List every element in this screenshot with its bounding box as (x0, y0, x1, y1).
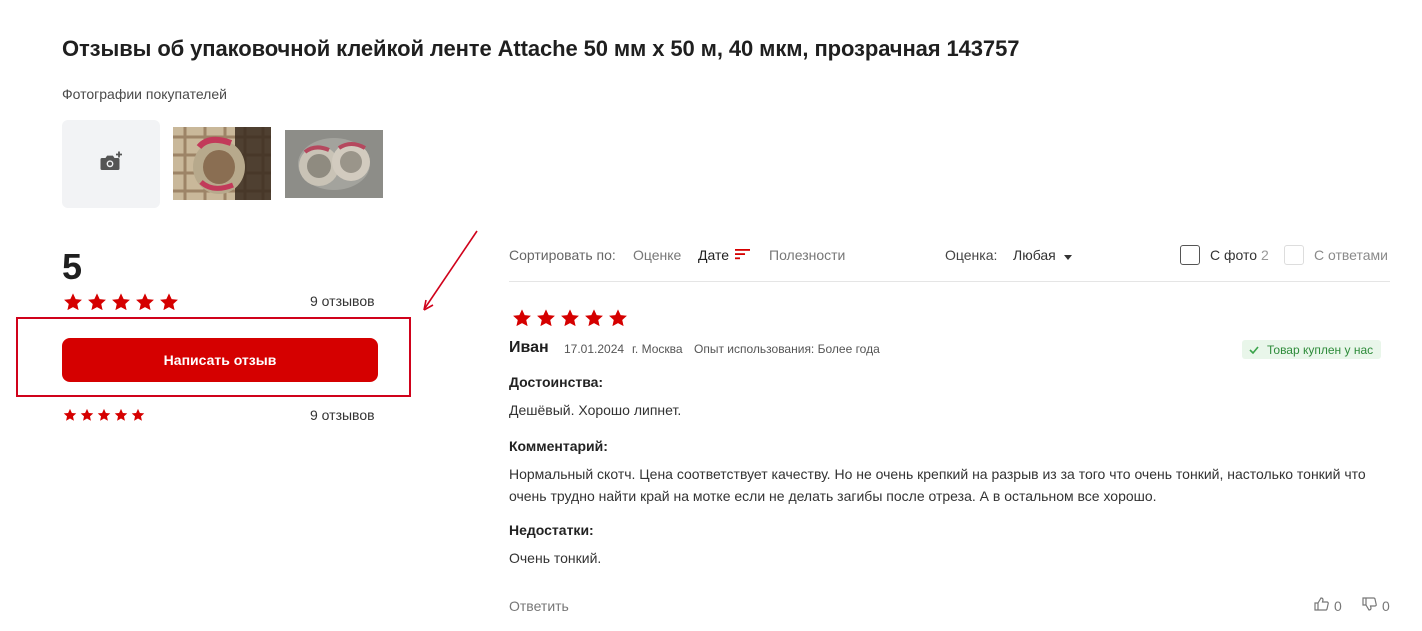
star-icon (135, 292, 155, 312)
review-author: Иван (509, 339, 549, 356)
review-experience: Опыт использования: Более года (694, 342, 880, 356)
customer-photo-thumbnail[interactable] (173, 127, 271, 200)
write-review-button[interactable]: Написать отзыв (62, 338, 378, 382)
purchased-badge-label: Товар куплен у нас (1267, 342, 1374, 357)
filter-with-photo[interactable]: С фото 2 (1180, 245, 1269, 265)
star-icon (87, 292, 107, 312)
check-icon (1249, 343, 1259, 357)
sort-by-rating[interactable]: Оценке (633, 247, 681, 263)
breakdown-count[interactable]: 9 отзывов (310, 407, 375, 423)
customer-photos-label: Фотографии покупателей (62, 86, 227, 102)
average-rating: 5 (62, 246, 83, 287)
purchased-badge: Товар куплен у нас (1242, 340, 1382, 359)
sort-by-usefulness[interactable]: Полезности (769, 247, 845, 263)
star-icon (584, 308, 604, 328)
review-date: 17.01.2024 (564, 342, 625, 356)
comment-text: Нормальный скотч. Цена соответствует кач… (509, 466, 1366, 504)
like-count: 0 (1334, 597, 1342, 614)
dislike-count: 0 (1382, 597, 1390, 614)
tape-photo-image (285, 130, 383, 198)
star-icon (512, 308, 532, 328)
star-icon (111, 292, 131, 312)
star-icon (159, 292, 179, 312)
with-photo-checkbox[interactable] (1180, 245, 1200, 265)
star-icon (608, 308, 628, 328)
sort-by-date-label: Дате (698, 247, 730, 263)
review-stars (512, 308, 628, 328)
pros-text: Дешёвый. Хорошо липнет. (509, 402, 682, 418)
comment-heading: Комментарий: (509, 438, 608, 454)
customer-photo-thumbnail[interactable] (285, 130, 383, 198)
star-icon (536, 308, 556, 328)
cons-text: Очень тонкий. (509, 550, 602, 566)
reviews-count: 9 отзывов (310, 293, 375, 309)
like-button[interactable]: 0 (1314, 597, 1342, 614)
sort-by-date[interactable]: Дате (698, 247, 751, 263)
star-icon (131, 408, 145, 422)
thumb-down-icon (1362, 597, 1377, 614)
with-answers-label: С ответами (1314, 247, 1388, 263)
camera-plus-icon (99, 151, 123, 178)
cons-heading: Недостатки: (509, 522, 594, 538)
star-icon (560, 308, 580, 328)
rating-stars (63, 292, 179, 312)
rating-filter-label: Оценка: (945, 247, 998, 263)
star-icon (80, 408, 94, 422)
reviews-toolbar: Сортировать по: Оценке Дате Полезности О… (509, 238, 1390, 282)
with-photo-label: С фото (1210, 247, 1258, 263)
thumb-up-icon (1314, 597, 1329, 614)
rating-filter-select[interactable]: Любая (1013, 247, 1072, 263)
page-title: Отзывы об упаковочной клейкой ленте Atta… (62, 36, 1020, 61)
caret-down-icon (1063, 247, 1072, 263)
annotation-arrow (423, 230, 478, 311)
rating-breakdown-stars[interactable] (63, 408, 145, 422)
tape-photo-image (173, 127, 271, 200)
reply-link[interactable]: Ответить (509, 598, 569, 614)
with-answers-checkbox[interactable] (1284, 245, 1304, 265)
sort-label: Сортировать по: (509, 247, 616, 263)
add-photo-button[interactable] (62, 120, 160, 208)
review-city: г. Москва (632, 342, 683, 356)
filter-with-answers[interactable]: С ответами (1284, 245, 1388, 265)
pros-heading: Достоинства: (509, 374, 604, 390)
rating-filter-value: Любая (1013, 247, 1056, 263)
star-icon (63, 408, 77, 422)
with-photo-count: 2 (1261, 247, 1269, 263)
star-icon (97, 408, 111, 422)
star-icon (63, 292, 83, 312)
sort-desc-icon (735, 247, 751, 263)
star-icon (114, 408, 128, 422)
dislike-button[interactable]: 0 (1362, 597, 1390, 614)
